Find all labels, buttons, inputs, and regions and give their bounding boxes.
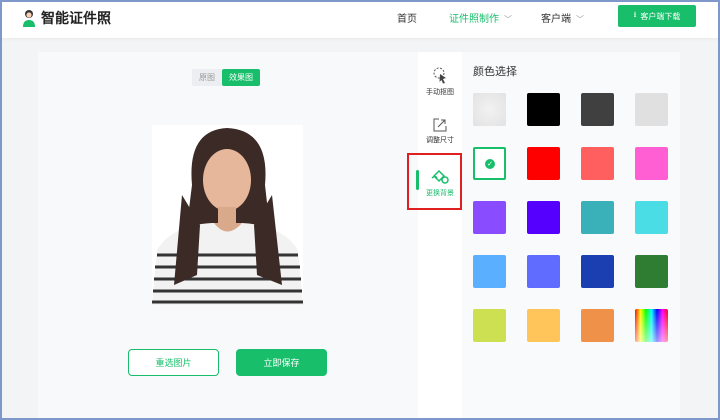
chevron-down-icon: ﹀ <box>504 15 512 24</box>
color-swatch[interactable] <box>635 255 668 288</box>
app-title: 智能证件照 <box>41 11 111 27</box>
reselect-image-button[interactable]: 重选图片 <box>128 349 219 376</box>
color-swatch[interactable] <box>473 255 506 288</box>
color-swatch[interactable] <box>527 255 560 288</box>
nav-client[interactable]: 客户端 ﹀ <box>541 10 584 25</box>
color-swatch[interactable] <box>635 93 668 126</box>
logo-person-icon <box>23 10 35 27</box>
color-swatch[interactable]: ✓ <box>473 147 506 180</box>
color-swatch[interactable] <box>635 201 668 234</box>
nav-id-photo[interactable]: 证件照制作 ﹀ <box>449 10 512 25</box>
nav-home[interactable]: 首页 <box>397 10 417 25</box>
download-label: 客户端下载 <box>640 11 681 21</box>
tool-label: 手动抠图 <box>426 88 454 96</box>
tool-label: 调整尺寸 <box>426 136 454 144</box>
color-panel: 颜色选择 ✓ <box>462 52 680 420</box>
highlight-box <box>407 153 462 210</box>
color-swatch[interactable] <box>473 201 506 234</box>
download-icon: ⭳ <box>633 10 637 19</box>
color-swatch[interactable] <box>527 147 560 180</box>
color-swatch[interactable] <box>527 201 560 234</box>
tool-resize[interactable]: 调整尺寸 <box>418 118 462 145</box>
logo[interactable]: 智能证件照 <box>22 8 111 28</box>
resize-icon <box>433 118 447 132</box>
color-swatch[interactable] <box>581 201 614 234</box>
color-swatch[interactable] <box>473 93 506 126</box>
check-icon: ✓ <box>485 159 495 169</box>
save-now-button[interactable]: 立即保存 <box>236 349 327 376</box>
color-swatch[interactable] <box>581 93 614 126</box>
color-swatch[interactable] <box>581 147 614 180</box>
tool-sidebar: 手动抠图 调整尺寸 更换背景 <box>418 52 462 420</box>
tool-manual-cutout[interactable]: 手动抠图 <box>418 66 462 97</box>
id-photo-preview <box>152 125 303 305</box>
tab-effect[interactable]: 效果图 <box>222 69 260 86</box>
color-swatch[interactable] <box>473 309 506 342</box>
nav-client-label: 客户端 <box>541 14 571 25</box>
download-client-button[interactable]: ⭳ 客户端下载 <box>618 5 696 27</box>
color-swatch[interactable] <box>581 309 614 342</box>
nav-id-photo-label: 证件照制作 <box>449 14 499 25</box>
color-swatch[interactable] <box>527 309 560 342</box>
header: 智能证件照 首页 证件照制作 ﹀ 客户端 ﹀ ⭳ 客户端下载 <box>0 0 720 38</box>
color-swatch[interactable] <box>527 93 560 126</box>
preview-panel: 原图 效果图 重选图片 立即保存 <box>38 52 418 420</box>
color-swatch[interactable] <box>581 255 614 288</box>
chevron-down-icon: ﹀ <box>576 15 584 24</box>
color-swatch[interactable] <box>635 147 668 180</box>
cursor-icon <box>433 67 446 84</box>
view-toggle: 原图 效果图 <box>192 69 260 86</box>
tab-original[interactable]: 原图 <box>192 69 222 86</box>
color-swatch[interactable] <box>635 309 668 342</box>
color-panel-title: 颜色选择 <box>473 65 517 78</box>
